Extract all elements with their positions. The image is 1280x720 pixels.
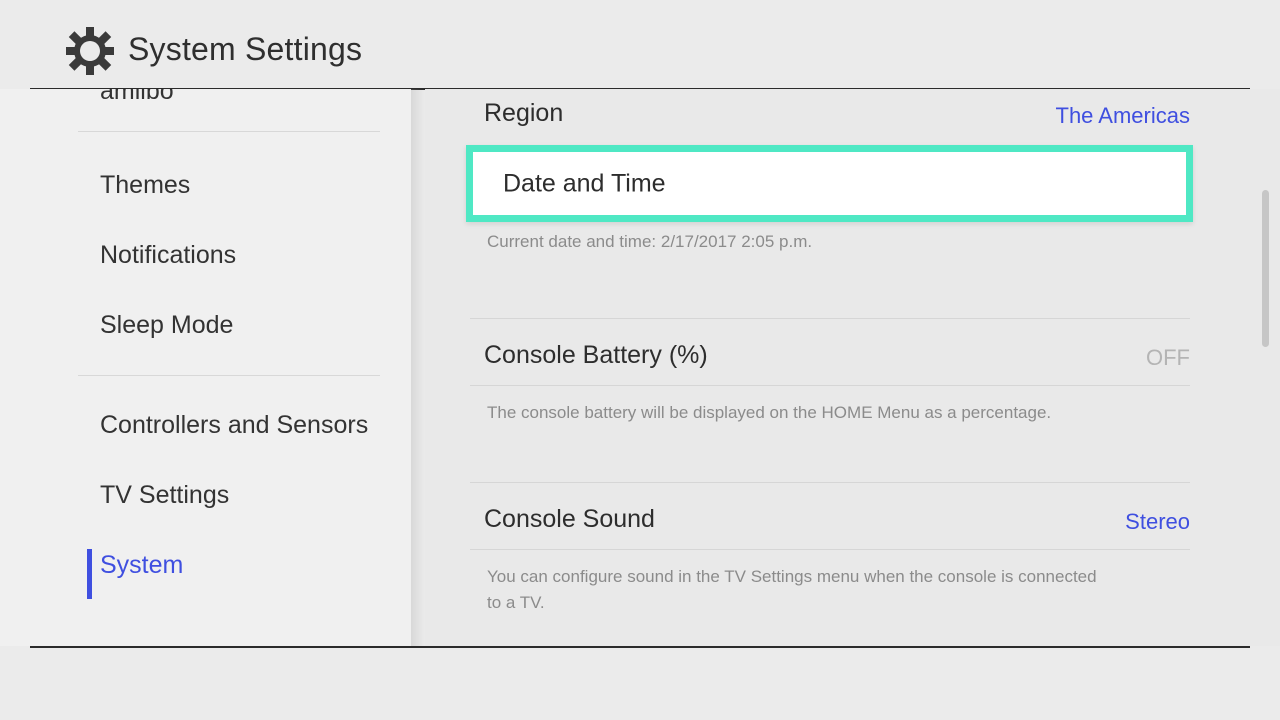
row-separator (470, 385, 1190, 386)
setting-row-console-battery[interactable]: Console Battery (%) OFF (425, 329, 1280, 381)
setting-row-region[interactable]: Region The Americas (425, 89, 1280, 141)
sidebar-item-themes[interactable]: Themes (0, 161, 411, 209)
sidebar-divider-2 (78, 375, 380, 376)
sidebar-selection-indicator (87, 549, 92, 599)
row-separator (470, 549, 1190, 550)
setting-value[interactable]: The Americas (1056, 103, 1191, 129)
sidebar-edge-shadow (411, 89, 425, 646)
setting-description: You can configure sound in the TV Settin… (487, 567, 1097, 612)
setting-row-console-sound[interactable]: Console Sound Stereo (425, 493, 1280, 545)
sidebar-item-system[interactable]: System (0, 541, 411, 599)
setting-title: Console Battery (%) (484, 341, 708, 369)
sidebar-item-label: amiibo (100, 89, 174, 105)
sidebar-divider-1 (78, 131, 380, 132)
sidebar-item-controllers-and-sensors[interactable]: Controllers and Sensors (0, 401, 411, 449)
sidebar-item-label: Controllers and Sensors (100, 410, 369, 439)
scrollbar-track[interactable] (1262, 95, 1269, 635)
setting-description: Current date and time: 2/17/2017 2:05 p.… (487, 232, 813, 251)
sidebar: amiibo Themes Notifications Sleep Mode C… (0, 89, 411, 646)
setting-title: Console Sound (484, 505, 655, 533)
sidebar-item-amiibo[interactable]: amiibo (0, 89, 411, 115)
scrollbar-thumb[interactable] (1262, 190, 1269, 347)
sidebar-item-label: Themes (100, 170, 191, 199)
sidebar-item-tv-settings[interactable]: TV Settings (0, 471, 411, 519)
sidebar-item-sleep-mode[interactable]: Sleep Mode (0, 301, 411, 349)
gear-icon (65, 26, 115, 76)
sidebar-item-notifications[interactable]: Notifications (0, 231, 411, 279)
setting-title: Date and Time (503, 169, 666, 197)
sidebar-item-label: Notifications (100, 240, 237, 269)
setting-title: Region (484, 99, 564, 127)
system-settings-screen: System Settings amiibo Themes Notificati… (0, 0, 1280, 720)
footer: B Back A OK (0, 648, 1280, 720)
setting-description: The console battery will be displayed on… (487, 403, 1052, 422)
setting-value[interactable]: OFF (1146, 345, 1190, 371)
sidebar-item-label: System (100, 550, 184, 579)
setting-row-date-and-time[interactable]: Date and Time (466, 145, 1193, 222)
row-separator (470, 318, 1190, 319)
sidebar-item-label: TV Settings (100, 480, 230, 509)
header: System Settings (0, 0, 1280, 88)
row-separator (470, 482, 1190, 483)
setting-value[interactable]: Stereo (1125, 509, 1190, 535)
page-title: System Settings (128, 31, 363, 67)
settings-list: Region The Americas Date and Time Curren… (425, 89, 1280, 646)
sidebar-item-label: Sleep Mode (100, 310, 234, 339)
